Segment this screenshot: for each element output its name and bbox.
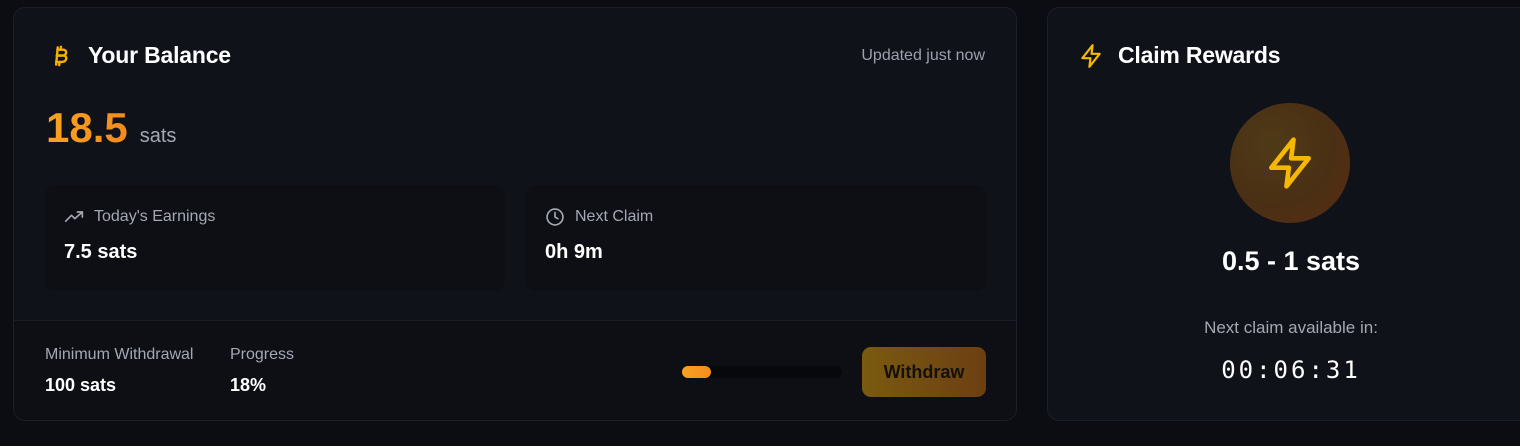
balance-card-title: Your Balance xyxy=(88,42,231,68)
minimum-withdrawal-value: 100 sats xyxy=(45,375,117,395)
balance-value: 18.5 sats xyxy=(46,104,176,152)
claim-countdown: 00:06:31 xyxy=(1221,356,1361,384)
reward-icon-badge xyxy=(1230,103,1350,223)
next-claim-label-row: Next Claim xyxy=(545,207,653,227)
minimum-withdrawal: Minimum Withdrawal 100 sats xyxy=(45,346,193,396)
next-claim-value: 0h 9m xyxy=(545,241,603,263)
lightning-icon xyxy=(1078,43,1104,69)
progress-value: 18% xyxy=(230,375,267,395)
claim-rewards-title: Claim Rewards xyxy=(1118,42,1281,68)
balance-amount: 18.5 xyxy=(46,104,128,151)
updated-status: Updated just now xyxy=(861,47,985,64)
todays-earnings-label-row: Today's Earnings xyxy=(64,207,215,227)
reward-range: 0.5 - 1 sats xyxy=(1221,246,1361,276)
balance-card-header: Your Balance xyxy=(48,42,231,69)
bitcoin-icon xyxy=(48,43,74,69)
lightning-icon xyxy=(1262,135,1318,191)
clock-icon xyxy=(545,207,565,227)
next-claim-available-label: Next claim available in: xyxy=(1204,318,1378,337)
progress-bar xyxy=(682,366,842,378)
withdrawal-footer: Minimum Withdrawal 100 sats Progress 18%… xyxy=(14,320,1016,420)
withdraw-button[interactable]: Withdraw xyxy=(862,347,986,397)
progress-label: Progress xyxy=(230,346,295,363)
claim-rewards-card: Claim Rewards 0.5 - 1 sats Next claim av… xyxy=(1047,7,1520,421)
todays-earnings-label: Today's Earnings xyxy=(94,208,216,225)
claim-rewards-header: Claim Rewards xyxy=(1078,42,1281,69)
minimum-withdrawal-label: Minimum Withdrawal xyxy=(45,346,194,363)
trending-up-icon xyxy=(64,207,84,227)
next-claim-label: Next Claim xyxy=(575,208,654,225)
todays-earnings-value: 7.5 sats xyxy=(64,241,138,263)
next-claim-card: Next Claim 0h 9m xyxy=(526,185,986,291)
balance-unit: sats xyxy=(139,125,177,147)
todays-earnings-card: Today's Earnings 7.5 sats xyxy=(45,185,505,291)
progress-bar-fill xyxy=(682,366,711,378)
progress-info: Progress 18% xyxy=(230,346,294,396)
balance-card: Your Balance Updated just now 18.5 sats … xyxy=(13,7,1017,421)
